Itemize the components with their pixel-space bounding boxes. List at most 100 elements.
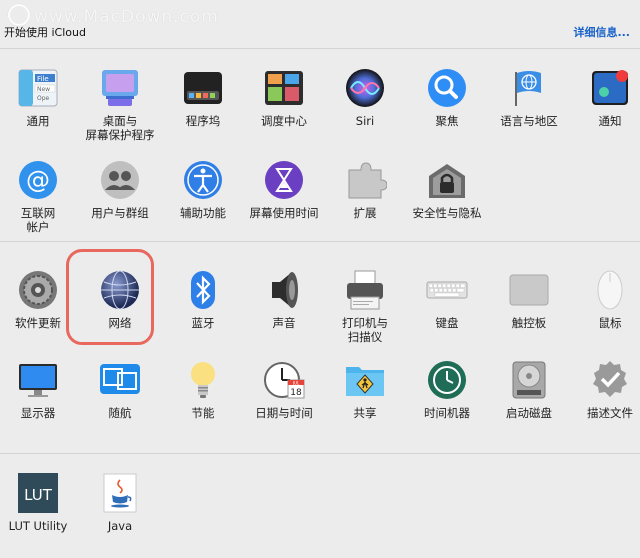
pref-pane-label: 描述文件 <box>587 406 633 420</box>
pref-pane-internet[interactable]: @ 互联网 帐户 <box>0 158 78 234</box>
energy-saver-icon <box>181 358 225 402</box>
svg-text:LUT: LUT <box>24 486 53 504</box>
sound-icon <box>262 268 306 312</box>
pref-pane-sidecar[interactable]: 随航 <box>80 358 160 420</box>
pref-pane-dock[interactable]: 程序坞 <box>163 66 243 128</box>
pref-pane-java[interactable]: Java <box>80 471 160 533</box>
pref-pane-timemachine[interactable]: 时间机器 <box>407 358 487 420</box>
pref-pane-language[interactable]: 语言与地区 <box>489 66 569 128</box>
pref-pane-sharing[interactable]: 共享 <box>325 358 405 420</box>
pref-pane-trackpad[interactable]: 触控板 <box>489 268 569 330</box>
network-icon <box>98 268 142 312</box>
desktop-screensaver-icon <box>98 66 142 110</box>
pref-pane-datetime[interactable]: JUL 18 日期与时间 <box>244 358 324 420</box>
pref-pane-sound[interactable]: 声音 <box>244 268 324 330</box>
svg-text:Ope: Ope <box>37 95 50 102</box>
pref-pane-label: 打印机与 扫描仪 <box>342 316 388 344</box>
users-groups-icon <box>98 158 142 202</box>
pref-pane-lut[interactable]: LUT LUT Utility <box>0 471 78 533</box>
pref-pane-label: 语言与地区 <box>500 114 558 128</box>
spotlight-icon <box>425 66 469 110</box>
pref-pane-swupdate[interactable]: 软件更新 <box>0 268 78 330</box>
pref-pane-label: 调度中心 <box>261 114 307 128</box>
pref-pane-label: 网络 <box>108 316 132 330</box>
pref-pane-siri[interactable]: Siri <box>325 66 405 128</box>
pref-pane-bluetooth[interactable]: 蓝牙 <box>163 268 243 330</box>
extensions-icon <box>343 158 388 202</box>
screen-time-icon <box>262 158 306 202</box>
pref-pane-keyboard[interactable]: 键盘 <box>407 268 487 330</box>
pref-pane-spotlight[interactable]: 聚焦 <box>407 66 487 128</box>
pref-pane-general[interactable]: File New Ope 通用 <box>0 66 78 128</box>
top-bar: www.MacDown.com 开始使用 iCloud 详细信息... <box>0 0 640 49</box>
pref-pane-displays[interactable]: 显示器 <box>0 358 78 420</box>
sharing-icon <box>343 358 387 402</box>
pref-pane-label: 日期与时间 <box>255 406 313 420</box>
icloud-prompt: 开始使用 iCloud <box>4 26 86 39</box>
java-icon <box>98 471 142 515</box>
keyboard-icon <box>425 268 469 312</box>
pref-pane-desktop[interactable]: 桌面与 屏幕保护程序 <box>80 66 160 142</box>
pref-pane-label: 显示器 <box>20 406 56 420</box>
pref-pane-label: 用户与群组 <box>91 206 149 220</box>
pref-pane-printers[interactable]: 打印机与 扫描仪 <box>325 268 405 344</box>
pref-pane-label: 键盘 <box>435 316 459 330</box>
svg-text:JUL: JUL <box>292 381 300 386</box>
mouse-icon <box>588 268 632 312</box>
time-machine-icon <box>425 358 469 402</box>
pref-pane-label: 辅助功能 <box>180 206 226 220</box>
pref-pane-label: 触控板 <box>511 316 547 330</box>
pref-pane-access[interactable]: 辅助功能 <box>163 158 243 220</box>
software-update-icon <box>16 268 60 312</box>
lut-utility-icon: LUT <box>16 471 60 515</box>
printers-scanners-icon <box>343 268 387 312</box>
pref-pane-label: 时间机器 <box>424 406 470 420</box>
pref-pane-label: 声音 <box>272 316 296 330</box>
pref-pane-label: 软件更新 <box>15 316 61 330</box>
pref-pane-label: 随航 <box>108 406 132 420</box>
pref-pane-label: 互联网 帐户 <box>20 206 56 234</box>
pref-pane-label: 屏幕使用时间 <box>249 206 319 220</box>
pref-pane-label: LUT Utility <box>8 519 68 533</box>
accessibility-icon <box>181 158 225 202</box>
date-time-icon: JUL 18 <box>262 358 306 402</box>
pref-pane-label: 共享 <box>353 406 377 420</box>
svg-text:File: File <box>37 75 49 83</box>
pref-pane-label: 扩展 <box>353 206 377 220</box>
pref-pane-label: 安全性与隐私 <box>412 206 482 220</box>
language-region-icon <box>507 66 551 110</box>
pref-pane-users[interactable]: 用户与群组 <box>80 158 160 220</box>
pref-pane-startup[interactable]: 启动磁盘 <box>489 358 569 420</box>
pref-pane-label: 通知 <box>598 114 622 128</box>
pref-pane-label: Siri <box>355 114 375 128</box>
pref-pane-label: 鼠标 <box>598 316 622 330</box>
pref-pane-label: 桌面与 屏幕保护程序 <box>85 114 155 142</box>
general-icon: File New Ope <box>16 66 60 110</box>
pref-pane-notify[interactable]: 通知 <box>570 66 640 128</box>
pref-pane-label: 节能 <box>191 406 215 420</box>
pref-pane-label: Java <box>107 519 133 533</box>
pref-pane-network[interactable]: 网络 <box>80 268 160 330</box>
pref-pane-mouse[interactable]: 鼠标 <box>570 268 640 330</box>
pref-pane-mission[interactable]: 调度中心 <box>244 66 324 128</box>
pref-pane-screentime[interactable]: 屏幕使用时间 <box>244 158 324 220</box>
pref-pane-security[interactable]: 安全性与隐私 <box>407 158 487 220</box>
details-link[interactable]: 详细信息... <box>573 24 630 40</box>
siri-icon <box>343 66 387 110</box>
dock-icon <box>181 66 225 110</box>
pref-pane-label: 聚焦 <box>435 114 459 128</box>
displays-icon <box>16 358 60 402</box>
pref-pane-energy[interactable]: 节能 <box>163 358 243 420</box>
svg-text:18: 18 <box>290 388 302 398</box>
profiles-icon <box>588 358 632 402</box>
notifications-icon <box>588 66 632 110</box>
svg-text:New: New <box>37 86 50 93</box>
pref-pane-label: 蓝牙 <box>191 316 215 330</box>
watermark-logo-icon <box>8 4 30 26</box>
security-privacy-icon <box>425 158 469 202</box>
pref-pane-extensions[interactable]: 扩展 <box>325 158 405 220</box>
pref-pane-profiles[interactable]: 描述文件 <box>570 358 640 420</box>
trackpad-icon <box>507 268 551 312</box>
bluetooth-icon <box>181 268 225 312</box>
pref-pane-label: 通用 <box>26 114 50 128</box>
